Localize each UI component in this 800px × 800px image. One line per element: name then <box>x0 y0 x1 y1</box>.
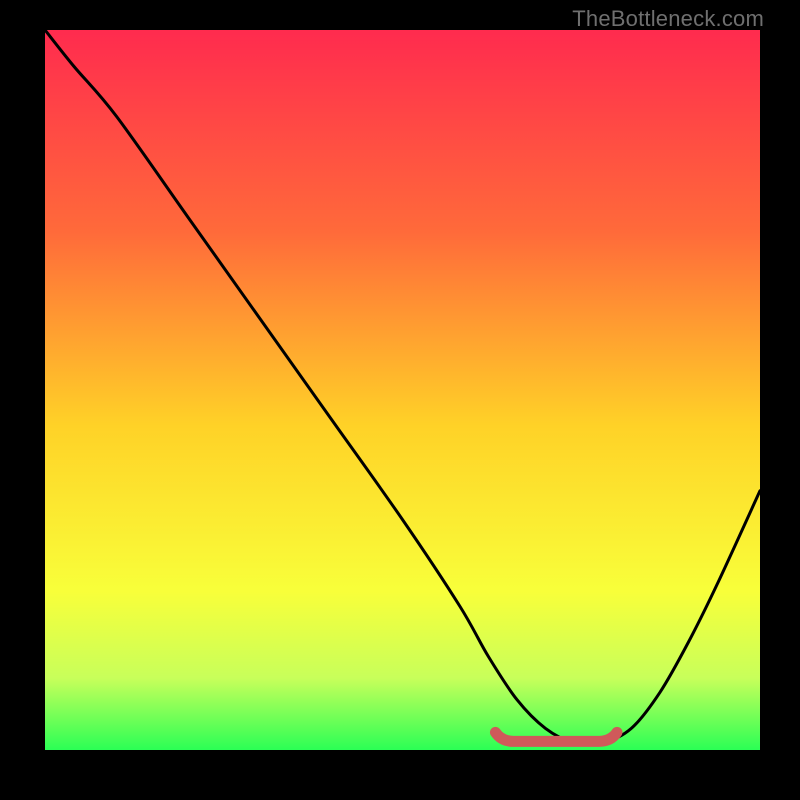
bottleneck-chart <box>45 30 760 750</box>
watermark-text: TheBottleneck.com <box>572 6 764 32</box>
chart-frame <box>45 30 760 750</box>
gradient-background <box>45 30 760 750</box>
